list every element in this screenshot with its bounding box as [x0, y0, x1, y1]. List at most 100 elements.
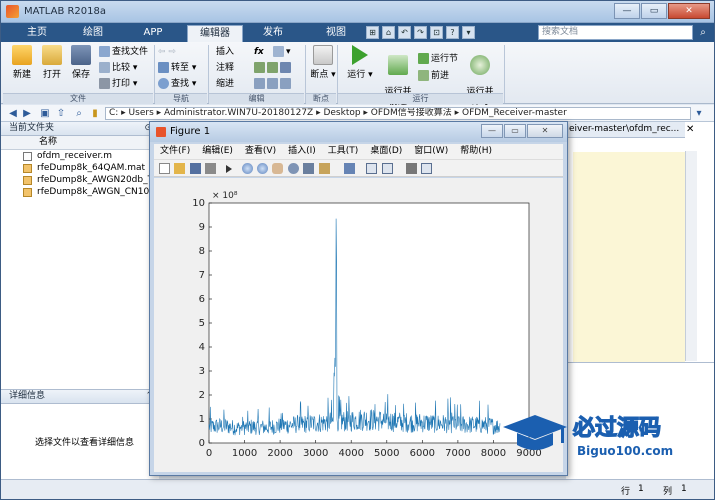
play-icon	[352, 45, 368, 65]
home-icon[interactable]: ⌂	[382, 26, 395, 39]
chevron-down-icon[interactable]: ▾	[462, 26, 475, 39]
rotate-3d-icon[interactable]	[288, 163, 299, 174]
figure-minimize-button[interactable]: —	[481, 124, 503, 138]
run-button[interactable]: 运行 ▾	[343, 44, 377, 80]
insert-label: 插入	[216, 47, 235, 57]
menu-insert[interactable]: 插入(I)	[282, 144, 322, 159]
file-name: rfeDump8k_64QAM.mat	[37, 163, 146, 173]
menu-file[interactable]: 文件(F)	[154, 144, 196, 159]
print-button[interactable]: 打印 ▾	[99, 77, 137, 91]
up-folder-icon[interactable]: ⇧	[55, 108, 67, 119]
undo-icon[interactable]: ↶	[398, 26, 411, 39]
goto-button[interactable]: 转至 ▾	[158, 61, 196, 75]
link-plot-icon[interactable]	[344, 163, 355, 174]
comment-button[interactable]: 注释	[216, 61, 234, 75]
group-edit-label: 编辑	[209, 93, 304, 104]
legend-icon[interactable]	[382, 163, 393, 174]
figure-close-button[interactable]: ✕	[527, 124, 563, 138]
tab-view[interactable]: 视图	[310, 25, 362, 42]
save-button[interactable]: 保存	[64, 44, 98, 80]
minimize-button[interactable]: —	[614, 3, 640, 19]
mat-file-icon	[23, 176, 32, 185]
m-file-icon	[23, 152, 32, 161]
menu-tools[interactable]: 工具(T)	[322, 144, 365, 159]
data-cursor-icon[interactable]	[303, 163, 314, 174]
find-files-icon	[99, 46, 110, 57]
col-label: 列	[663, 487, 673, 497]
editor-close-icon[interactable]: ✕	[686, 124, 694, 135]
indent-button[interactable]: 缩进	[216, 77, 234, 91]
group-run-label: 运行	[338, 93, 503, 104]
layout-icon[interactable]: ⊞	[366, 26, 379, 39]
tab-editor[interactable]: 编辑器	[187, 25, 243, 42]
file-name: ofdm_receiver.m	[37, 151, 113, 161]
tab-apps[interactable]: APP	[127, 25, 179, 42]
compare-button[interactable]: 比较 ▾	[99, 61, 137, 75]
menu-view[interactable]: 查看(V)	[239, 144, 282, 159]
edit-plot-icon[interactable]	[226, 165, 232, 173]
search-folder-icon[interactable]: ⌕	[73, 108, 85, 119]
menu-edit[interactable]: 编辑(E)	[196, 144, 239, 159]
matlab-logo-icon	[6, 5, 19, 18]
menu-window[interactable]: 窗口(W)	[408, 144, 454, 159]
list-item[interactable]: ofdm_receiver.m	[1, 150, 158, 162]
zoom-out-icon[interactable]	[257, 163, 268, 174]
insert-function-menu[interactable]: ▾	[273, 45, 291, 59]
search-input[interactable]: 搜索文档	[538, 25, 693, 40]
help-icon[interactable]: ?	[446, 26, 459, 39]
save-figure-icon[interactable]	[190, 163, 201, 174]
maximize-button[interactable]: ▭	[641, 3, 667, 19]
show-plot-tools-icon[interactable]	[421, 163, 432, 174]
window-icon[interactable]: ⊡	[430, 26, 443, 39]
list-item[interactable]: rfeDump8k_AWGN_CN10d	[1, 186, 158, 198]
y-tick-label: 1	[199, 414, 205, 425]
pan-icon[interactable]	[272, 163, 283, 174]
nav-back-forward: ⇦ ⇨	[158, 47, 176, 57]
editor-file-tab[interactable]: eiver-master\ofdm_rec...	[565, 122, 685, 138]
file-name: rfeDump8k_AWGN20db_TU	[37, 175, 158, 185]
tab-home[interactable]: 主页	[11, 25, 63, 42]
colorbar-icon[interactable]	[366, 163, 377, 174]
insert-button[interactable]: 插入	[216, 45, 234, 59]
indent-icons[interactable]	[254, 77, 293, 91]
breakpoints-button[interactable]: 断点 ▾	[306, 44, 340, 80]
open-file-icon[interactable]	[174, 163, 185, 174]
separator	[504, 45, 505, 103]
close-button[interactable]: ✕	[668, 3, 710, 19]
editor-code-area[interactable]	[573, 152, 685, 362]
comment-icon	[254, 62, 265, 73]
search-icon[interactable]: ⌕	[696, 26, 710, 39]
x-tick-label: 4000	[338, 448, 363, 459]
redo-icon[interactable]: ↷	[414, 26, 427, 39]
list-item[interactable]: rfeDump8k_64QAM.mat	[1, 162, 158, 174]
smart-indent-icon	[254, 78, 265, 89]
comment-icons[interactable]	[254, 61, 293, 75]
forward-icon[interactable]: ▶	[21, 108, 33, 119]
current-folder-path[interactable]: C: ▸ Users ▸ Administrator.WIN7U-2018012…	[105, 107, 691, 120]
menu-help[interactable]: 帮助(H)	[454, 144, 498, 159]
advance-button[interactable]: 前进	[418, 69, 449, 83]
print-figure-icon[interactable]	[205, 163, 216, 174]
find-files-button[interactable]: 查找文件	[99, 45, 148, 59]
zoom-in-icon[interactable]	[242, 163, 253, 174]
hide-plot-tools-icon[interactable]	[406, 163, 417, 174]
list-item[interactable]: rfeDump8k_AWGN20db_TU	[1, 174, 158, 186]
new-button[interactable]: 新建	[5, 44, 39, 80]
back-icon[interactable]: ◀	[7, 108, 19, 119]
brush-icon[interactable]	[319, 163, 330, 174]
fx-button[interactable]: fx	[254, 45, 264, 59]
path-dropdown-icon[interactable]: ▾	[693, 108, 705, 119]
run-section-button[interactable]: 运行节	[418, 52, 458, 66]
editor-scrollbar[interactable]	[685, 151, 697, 361]
find-button[interactable]: 查找 ▾	[158, 77, 196, 91]
tab-plots[interactable]: 绘图	[67, 25, 119, 42]
tab-publish[interactable]: 发布	[247, 25, 299, 42]
stopwatch-icon	[470, 55, 490, 75]
menu-desktop[interactable]: 桌面(D)	[364, 144, 408, 159]
browse-folder-icon[interactable]: ▣	[39, 108, 51, 119]
figure-maximize-button[interactable]: ▭	[504, 124, 526, 138]
name-column-header[interactable]: 名称	[1, 136, 158, 150]
file-name: rfeDump8k_AWGN_CN10d	[37, 187, 155, 197]
new-figure-icon[interactable]	[159, 163, 170, 174]
function-icon	[273, 46, 284, 57]
